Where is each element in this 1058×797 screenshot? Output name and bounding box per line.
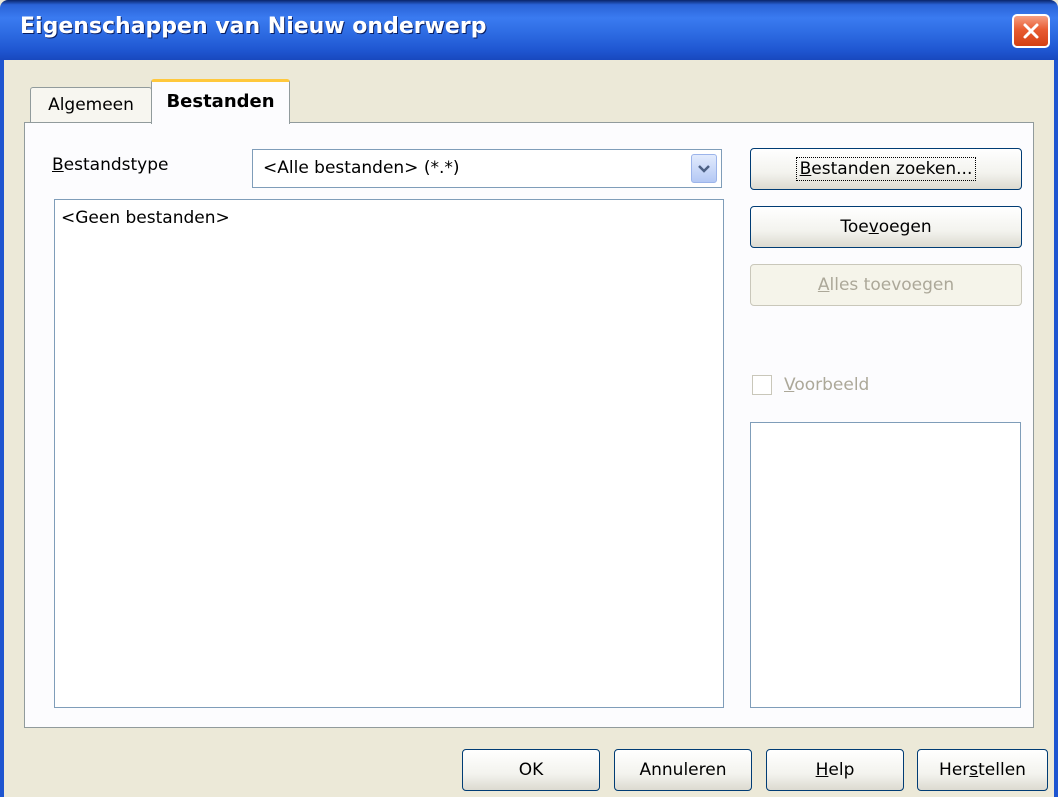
dropdown-button[interactable] <box>691 154 717 183</box>
add-button-label: Toevoegen <box>840 217 932 237</box>
preview-checkbox-label: Voorbeeld <box>784 375 870 395</box>
filetype-label: Bestandstype <box>52 155 169 175</box>
search-files-button[interactable]: Bestanden zoeken... <box>750 148 1022 190</box>
dialog-window: Eigenschappen van Nieuw onderwerp Algeme… <box>0 0 1058 797</box>
add-all-button[interactable]: Alles toevoegen <box>750 264 1022 306</box>
close-button[interactable] <box>1012 14 1050 48</box>
add-all-button-label: Alles toevoegen <box>817 275 955 295</box>
preview-pane <box>750 422 1021 708</box>
reset-button[interactable]: Herstellen <box>917 749 1048 791</box>
window-frame-right <box>1054 60 1058 797</box>
cancel-button[interactable]: Annuleren <box>614 749 752 791</box>
help-button-label: Help <box>815 760 855 780</box>
chevron-down-icon <box>698 164 710 173</box>
filetype-select[interactable]: <Alle bestanden> (*.*) <box>252 149 722 188</box>
filetype-selected-value: <Alle bestanden> (*.*) <box>263 158 460 178</box>
ok-button[interactable]: OK <box>462 749 600 791</box>
window-frame-left <box>0 60 4 797</box>
search-files-button-label: Bestanden zoeken... <box>795 157 977 181</box>
tab-general[interactable]: Algemeen <box>30 87 152 122</box>
tab-files[interactable]: Bestanden <box>151 79 290 124</box>
file-list-empty-text: <Geen bestanden> <box>61 208 230 228</box>
add-button[interactable]: Toevoegen <box>750 206 1022 248</box>
preview-checkbox[interactable] <box>752 375 772 395</box>
reset-button-label: Herstellen <box>939 760 1026 780</box>
file-list[interactable]: <Geen bestanden> <box>54 199 724 708</box>
help-button[interactable]: Help <box>766 749 904 791</box>
close-icon <box>1023 23 1039 39</box>
window-title: Eigenschappen van Nieuw onderwerp <box>20 14 487 39</box>
title-bar[interactable]: Eigenschappen van Nieuw onderwerp <box>0 0 1058 60</box>
